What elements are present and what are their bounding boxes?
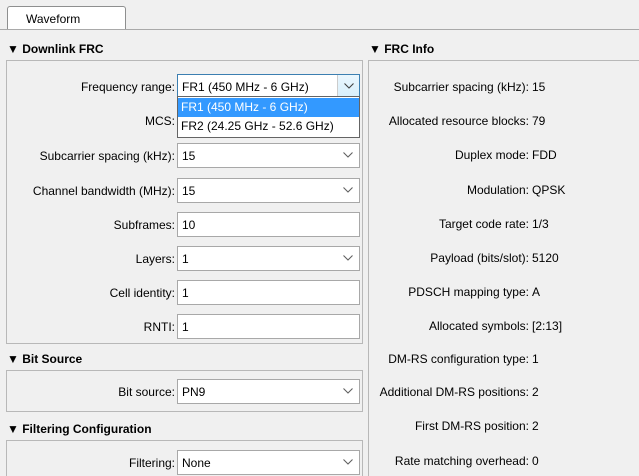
frc-info-value: 15: [532, 80, 546, 94]
filtering-dropdown-button[interactable]: [337, 451, 359, 474]
chevron-down-icon: [344, 83, 354, 89]
rnti-input[interactable]: 1: [177, 314, 360, 339]
frc-info-label: Rate matching overhead:: [394, 454, 529, 468]
bit-source-header[interactable]: ▼ Bit Source: [7, 352, 82, 366]
mcs-label: MCS:: [145, 114, 175, 128]
frequency-range-option-label: FR1 (450 MHz - 6 GHz): [181, 100, 308, 114]
frc-info-label: Target code rate:: [438, 217, 529, 231]
subcarrier-spacing-select[interactable]: 15: [177, 143, 360, 168]
cell-identity-label: Cell identity:: [109, 286, 175, 300]
subcarrier-spacing-label: Subcarrier spacing (kHz):: [39, 149, 175, 163]
rnti-label: RNTI:: [143, 320, 175, 334]
rnti-value: 1: [182, 320, 189, 334]
cell-identity-value: 1: [182, 286, 189, 300]
channel-bandwidth-select[interactable]: 15: [177, 178, 360, 203]
filtering-select[interactable]: None: [177, 450, 360, 475]
frequency-range-label: Frequency range:: [80, 80, 175, 94]
frequency-range-dropdown-button[interactable]: [337, 75, 359, 98]
chevron-down-icon: [343, 388, 353, 394]
subframes-label: Subframes:: [113, 218, 175, 232]
frc-info-header[interactable]: ▼ FRC Info: [369, 42, 434, 56]
frc-info-label: Allocated resource blocks:: [388, 114, 529, 128]
channel-bandwidth-value: 15: [182, 184, 196, 198]
subcarrier-spacing-dropdown-button[interactable]: [337, 144, 359, 167]
frc-info-value: 1/3: [532, 217, 549, 231]
frequency-range-option-fr2[interactable]: FR2 (24.25 GHz - 52.6 GHz): [178, 117, 359, 136]
chevron-down-icon: [343, 187, 353, 193]
frc-info-value: A: [532, 285, 541, 299]
frc-info-label: Additional DM-RS positions:: [379, 385, 529, 399]
filtering-config-header[interactable]: ▼ Filtering Configuration: [7, 422, 152, 436]
layers-dropdown-button[interactable]: [337, 247, 359, 270]
tab-waveform[interactable]: Waveform: [7, 6, 126, 30]
chevron-down-icon: [343, 152, 353, 158]
bit-source-select[interactable]: PN9: [177, 379, 360, 404]
frc-info-label: Duplex mode:: [454, 148, 529, 162]
frc-info-label: PDSCH mapping type:: [408, 285, 529, 299]
frequency-range-option-label: FR2 (24.25 GHz - 52.6 GHz): [181, 119, 334, 133]
frc-info-value: 2: [532, 385, 539, 399]
layers-label: Layers:: [135, 252, 175, 266]
layers-select[interactable]: 1: [177, 246, 360, 271]
frc-info-value: 1: [532, 352, 539, 366]
frc-info-value: 2: [532, 419, 539, 433]
layers-value: 1: [182, 252, 189, 266]
frc-info-value: QPSK: [532, 183, 566, 197]
subcarrier-spacing-value: 15: [182, 149, 196, 163]
channel-bandwidth-label: Channel bandwidth (MHz):: [32, 184, 175, 198]
subframes-value: 10: [182, 218, 196, 232]
downlink-frc-header[interactable]: ▼ Downlink FRC: [7, 42, 104, 56]
frc-info-value: FDD: [532, 148, 557, 162]
frc-info-label: Payload (bits/slot):: [430, 251, 529, 265]
frc-info-value: 5120: [532, 251, 559, 265]
frc-info-label: Allocated symbols:: [428, 319, 529, 333]
cell-identity-input[interactable]: 1: [177, 280, 360, 305]
frc-info-label: First DM-RS position:: [414, 419, 529, 433]
bit-source-dropdown-button[interactable]: [337, 380, 359, 403]
tab-bar: Waveform: [0, 0, 639, 30]
frc-info-value: 79: [532, 114, 546, 128]
frequency-range-value: FR1 (450 MHz - 6 GHz): [182, 80, 309, 94]
frc-info-value: 0: [532, 454, 539, 468]
filtering-value: None: [182, 456, 211, 470]
frequency-range-option-fr1[interactable]: FR1 (450 MHz - 6 GHz): [178, 98, 359, 117]
subframes-input[interactable]: 10: [177, 212, 360, 237]
bit-source-value: PN9: [182, 385, 206, 399]
frc-info-label: DM-RS configuration type:: [388, 352, 529, 366]
chevron-down-icon: [343, 255, 353, 261]
channel-bandwidth-dropdown-button[interactable]: [337, 179, 359, 202]
frequency-range-dropdown-list: FR1 (450 MHz - 6 GHz) FR2 (24.25 GHz - 5…: [177, 96, 360, 138]
chevron-down-icon: [343, 459, 353, 465]
bit-source-label: Bit source:: [118, 385, 175, 399]
frc-info-value: [2:13]: [532, 319, 563, 333]
frc-info-label: Modulation:: [466, 183, 529, 197]
waveform-panel: ▼ Downlink FRC Frequency range: FR1 (450…: [0, 30, 639, 476]
tab-waveform-label: Waveform: [26, 12, 81, 26]
frc-info-label: Subcarrier spacing (kHz):: [393, 80, 529, 94]
filtering-label: Filtering:: [128, 456, 175, 470]
